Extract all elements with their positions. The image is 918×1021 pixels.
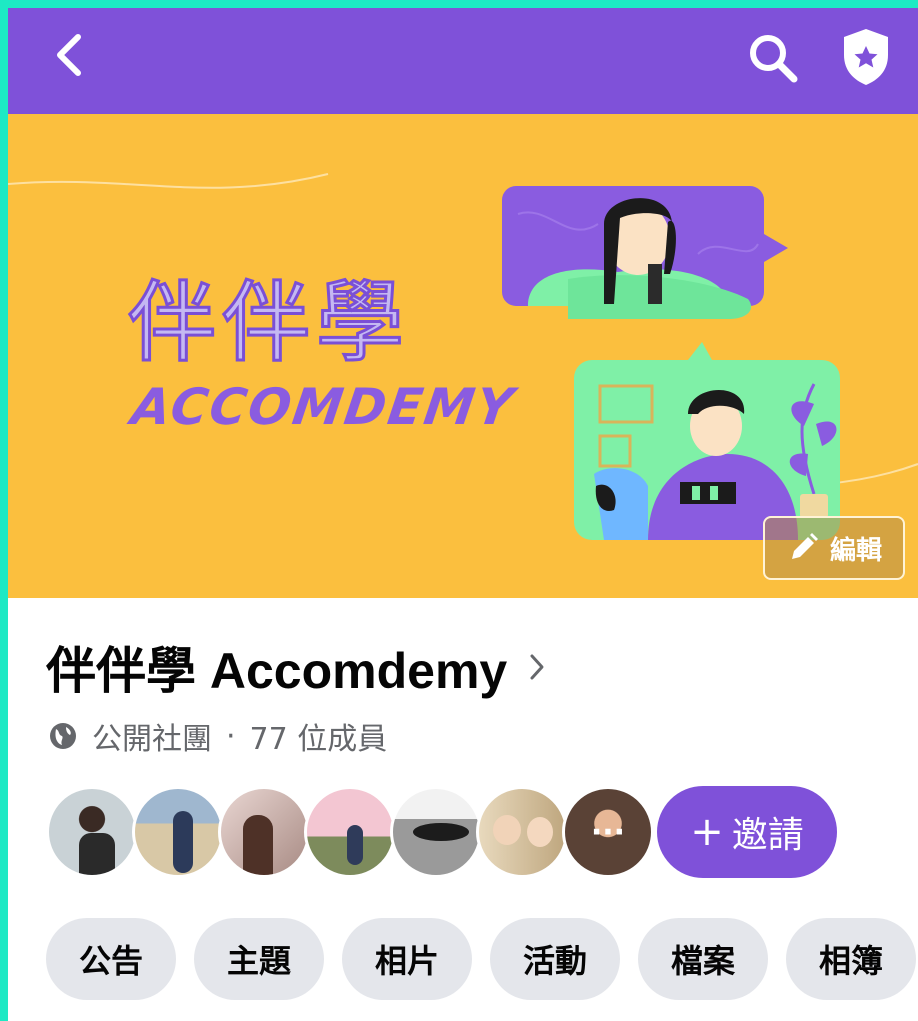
admin-tools-button[interactable] — [834, 24, 898, 90]
pencil-icon — [791, 533, 818, 559]
tab-albums[interactable]: 相簿 — [786, 918, 916, 1000]
chevron-right-icon — [530, 654, 544, 680]
invite-label: 邀請 — [731, 815, 804, 856]
tab-files[interactable]: 檔案 — [638, 918, 768, 1000]
member-count: 77 位成員 — [249, 722, 388, 757]
cover-title-chinese: 伴伴學 — [126, 270, 411, 376]
group-meta: 公開社團 · 77 位成員 — [48, 716, 388, 757]
tab-announcements[interactable]: 公告 — [46, 918, 176, 1000]
more-members-label: ··· — [590, 814, 626, 850]
group-name: 伴伴學 Accomdemy — [46, 643, 508, 699]
invite-button[interactable]: + 邀請 — [657, 786, 837, 878]
back-button[interactable] — [44, 30, 94, 80]
avatar[interactable] — [132, 786, 224, 878]
tab-events[interactable]: 活動 — [490, 918, 620, 1000]
privacy-label: 公開社團 — [92, 722, 212, 757]
globe-icon — [50, 723, 76, 749]
more-members-button[interactable]: ··· — [562, 786, 654, 878]
plus-icon: + — [690, 809, 724, 855]
meta-separator: · — [226, 718, 236, 754]
avatar[interactable] — [476, 786, 568, 878]
avatar[interactable] — [218, 786, 310, 878]
app-frame: 伴伴學 ACCOMDEMY 編輯 伴伴學 Accomdemy 公開社團 · 77… — [8, 8, 918, 1021]
group-name-link[interactable]: 伴伴學 Accomdemy — [46, 632, 545, 702]
tab-topics[interactable]: 主題 — [194, 918, 324, 1000]
cover-photo: 伴伴學 ACCOMDEMY 編輯 — [8, 114, 918, 598]
cover-title-english: ACCOMDEMY — [127, 378, 519, 436]
edit-cover-button[interactable]: 編輯 — [763, 516, 905, 580]
avatar[interactable] — [46, 786, 138, 878]
search-icon — [750, 35, 798, 83]
shield-star-icon — [844, 29, 888, 85]
avatar[interactable] — [390, 786, 482, 878]
member-avatars[interactable]: ··· — [46, 786, 654, 878]
avatar[interactable] — [304, 786, 396, 878]
chevron-left-icon — [57, 34, 81, 76]
search-button[interactable] — [743, 28, 803, 88]
edit-cover-label: 編輯 — [829, 535, 882, 566]
tab-photos[interactable]: 相片 — [342, 918, 472, 1000]
group-tabs: 公告 主題 相片 活動 檔案 相簿 — [46, 918, 916, 1000]
top-bar — [8, 8, 918, 114]
